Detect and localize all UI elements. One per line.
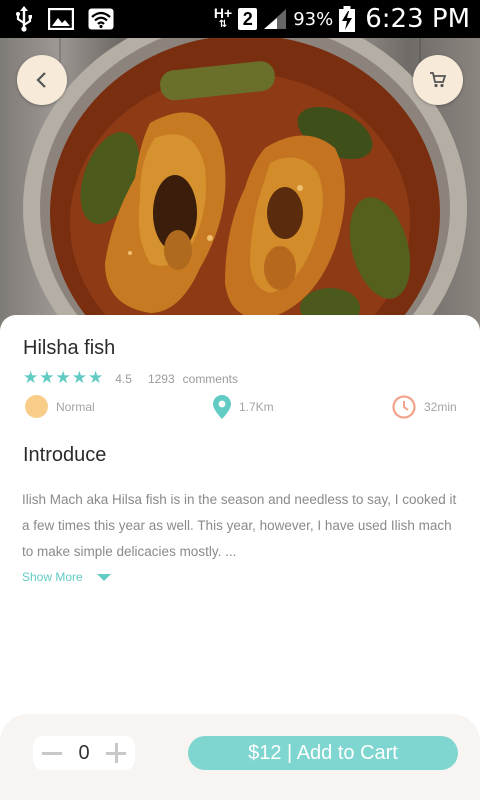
rating-value: 4.5 xyxy=(115,371,132,386)
usb-icon xyxy=(16,6,32,32)
comments-count: 1293 xyxy=(147,371,175,386)
introduce-text: Ilish Mach aka Hilsa fish is in the seas… xyxy=(22,492,457,559)
star-icon: ★ xyxy=(23,368,39,388)
chevron-down-icon xyxy=(96,573,111,581)
star-icon: ★ xyxy=(55,368,71,388)
network-type-icon: H+ ⇅ xyxy=(213,5,233,30)
comments-label: comments xyxy=(182,371,238,386)
rating-stars: ★ ★ ★ ★ ★ xyxy=(23,370,103,387)
cart-icon xyxy=(430,72,447,88)
level-info: Normal xyxy=(25,395,95,418)
increase-button[interactable] xyxy=(105,742,127,764)
introduce-title: Introduce xyxy=(23,444,107,466)
decrease-button[interactable] xyxy=(41,742,63,764)
battery-percent: 93% xyxy=(293,8,334,30)
add-to-cart-button[interactable]: $12 | Add to Cart xyxy=(188,736,458,770)
clock-icon xyxy=(392,395,416,419)
status-bar: H+ ⇅ 2 93% 6:23 PM xyxy=(0,0,480,38)
distance-label: 1.7Km xyxy=(239,400,274,414)
sim-icon: 2 xyxy=(238,8,258,30)
dish-detail-sheet: Hilsha fish ★ ★ ★ ★ ★ 4.5 1293 comments … xyxy=(0,315,480,715)
bottom-cart-bar: 0 $12 | Add to Cart xyxy=(0,714,480,800)
minus-icon xyxy=(42,752,62,755)
level-dot-icon xyxy=(25,395,48,418)
location-pin-icon xyxy=(213,395,231,419)
chevron-left-icon xyxy=(36,72,46,88)
time-info: 32min xyxy=(392,395,457,419)
star-icon: ★ xyxy=(88,368,104,388)
star-icon: ★ xyxy=(71,368,87,388)
dish-hero-image xyxy=(0,38,480,338)
battery-charging-icon xyxy=(339,6,356,32)
dish-title: Hilsha fish xyxy=(23,337,116,359)
back-button[interactable] xyxy=(17,55,67,105)
dish-info-row: Normal 1.7Km 32min xyxy=(0,395,480,423)
level-label: Normal xyxy=(56,399,95,414)
wifi-icon xyxy=(88,8,114,30)
time-label: 32min xyxy=(424,400,457,414)
show-more-button[interactable]: Show More xyxy=(22,570,111,584)
rating-row: ★ ★ ★ ★ ★ 4.5 1293 comments xyxy=(23,370,238,387)
star-icon: ★ xyxy=(39,368,55,388)
image-icon xyxy=(48,8,74,30)
distance-info: 1.7Km xyxy=(213,395,274,419)
signal-icon xyxy=(264,9,287,29)
quantity-stepper: 0 xyxy=(33,736,135,770)
clock-time: 6:23 PM xyxy=(365,4,470,34)
quantity-value: 0 xyxy=(78,741,90,764)
show-more-label: Show More xyxy=(22,570,83,584)
cart-button[interactable] xyxy=(413,55,463,105)
